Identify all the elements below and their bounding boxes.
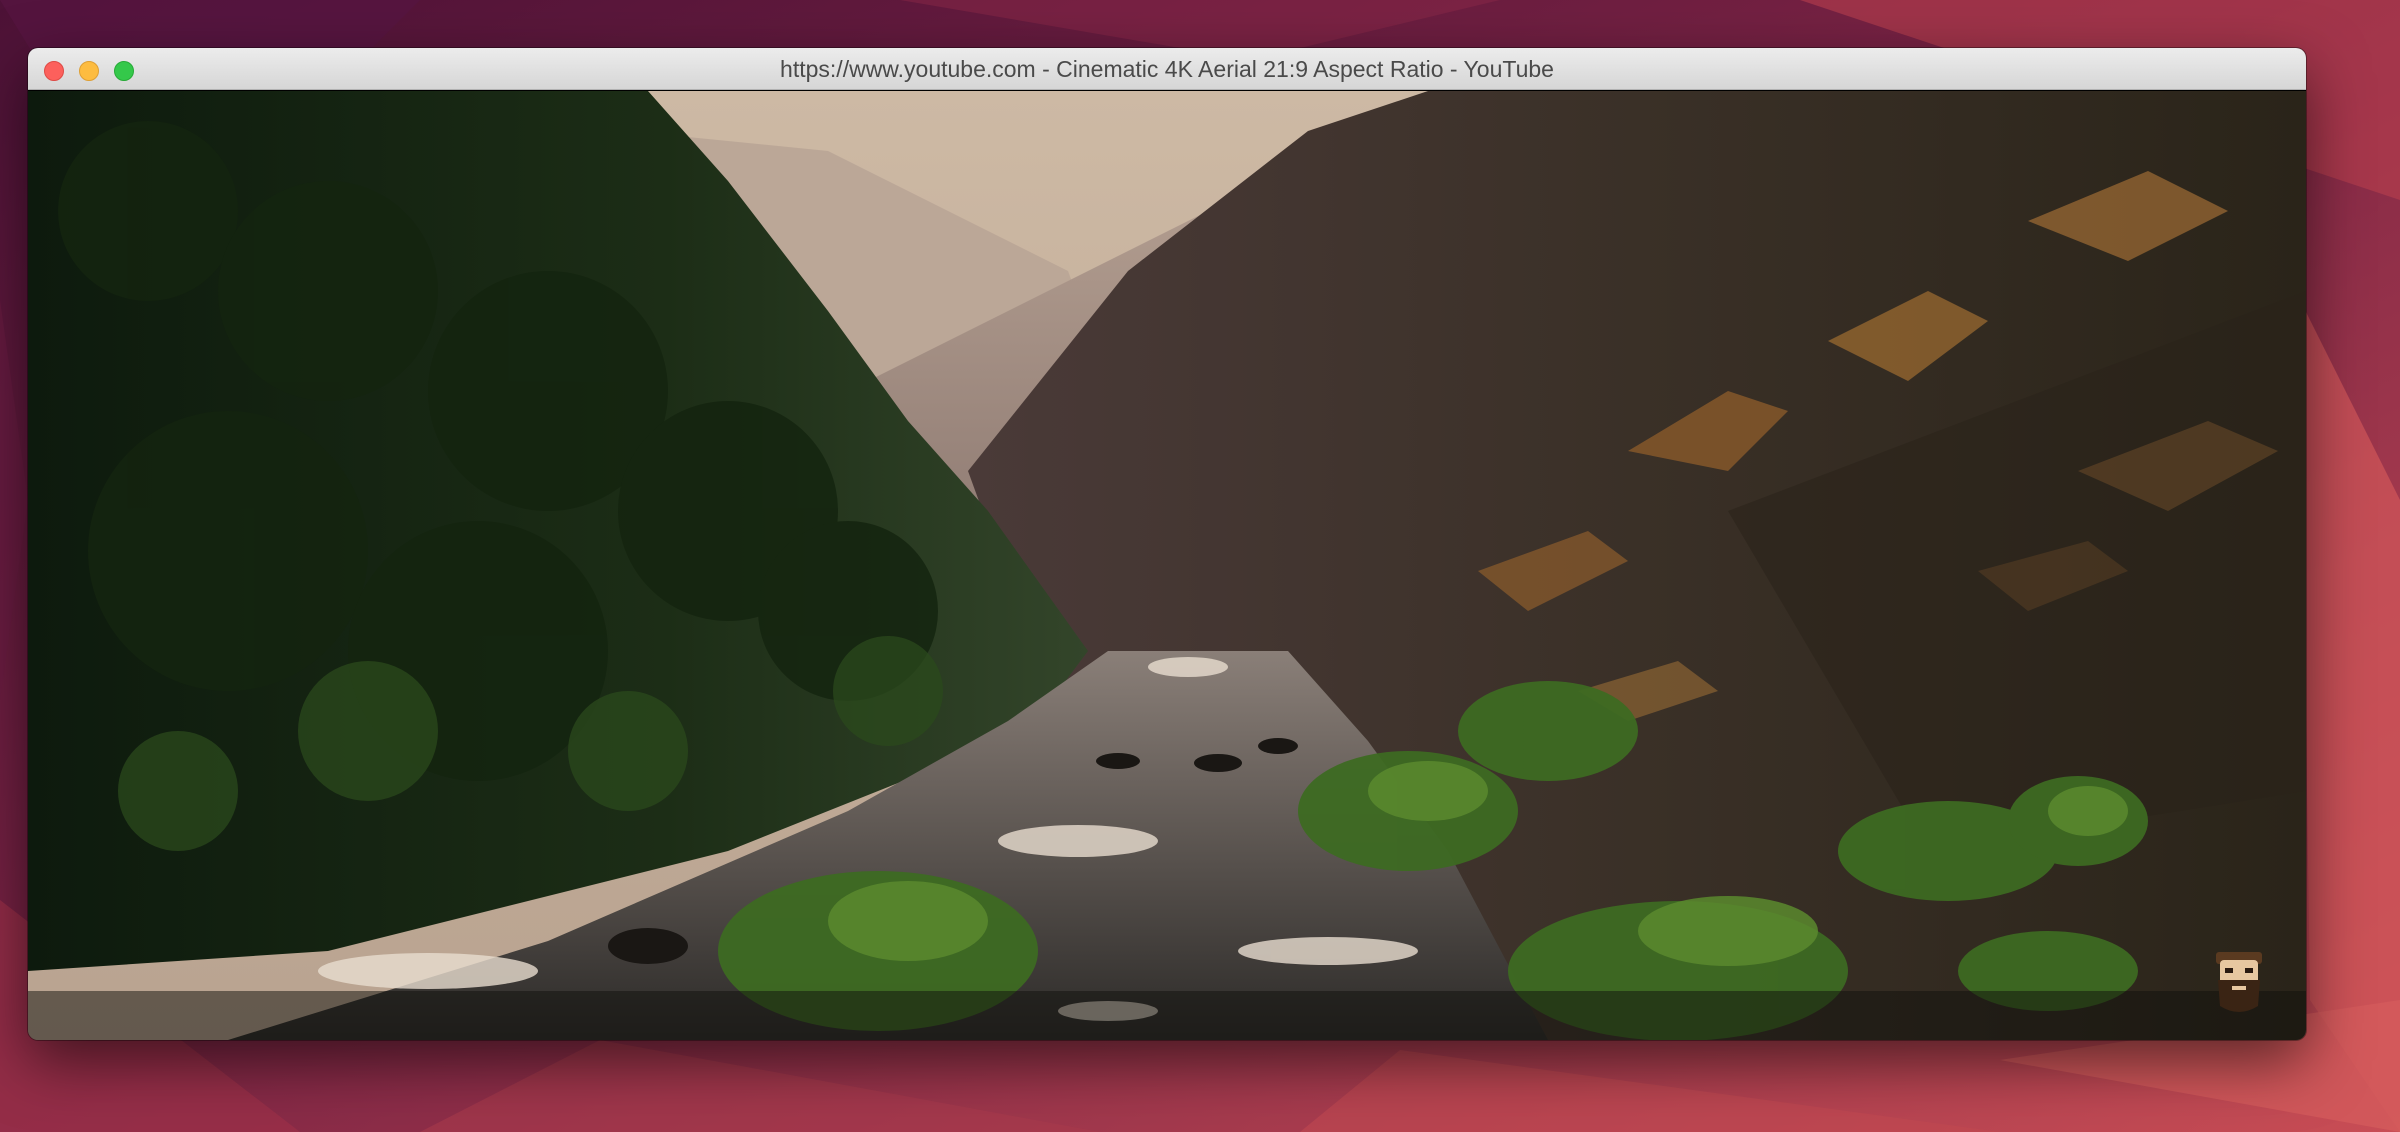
browser-window: https://www.youtube.com - Cinematic 4K A… [28,48,2306,1040]
zoom-button[interactable] [114,61,134,81]
minimize-button[interactable] [79,61,99,81]
bearded-face-icon [2216,952,2262,1012]
close-button[interactable] [44,61,64,81]
video-frame-canyon-river [28,91,2306,1040]
window-title: https://www.youtube.com - Cinematic 4K A… [780,56,1554,82]
channel-watermark[interactable] [2210,950,2268,1016]
video-player[interactable] [28,91,2306,1040]
window-titlebar[interactable]: https://www.youtube.com - Cinematic 4K A… [28,48,2306,90]
